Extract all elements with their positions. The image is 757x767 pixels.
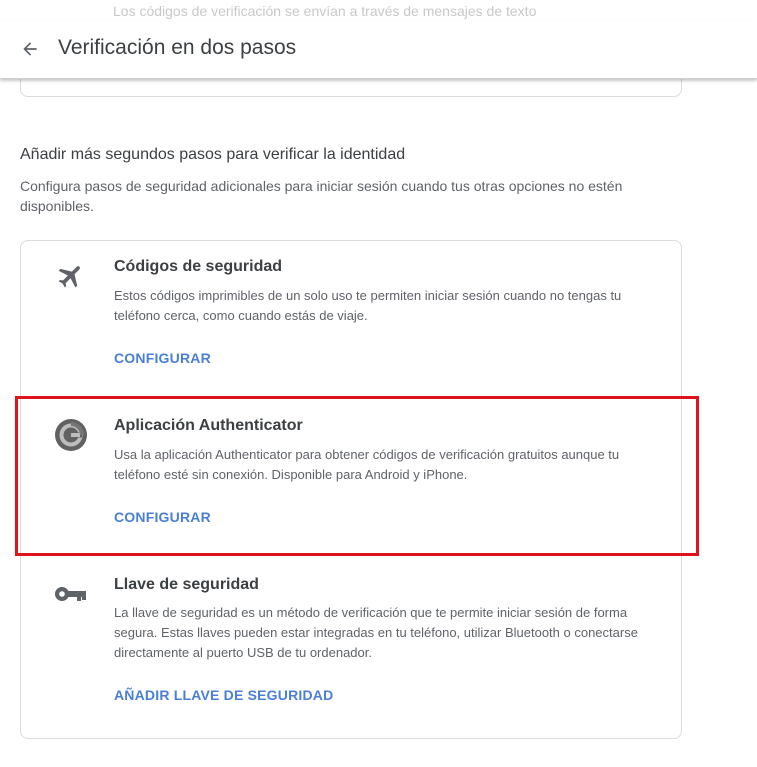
page: Los códigos de verificación se envían a …	[0, 0, 757, 767]
configure-backup-codes-link[interactable]: CONFIGURAR	[114, 350, 211, 366]
scrolled-text: Los códigos de verificación se envían a …	[113, 3, 537, 19]
option-description: Estos códigos imprimibles de un solo uso…	[114, 288, 622, 323]
top-app-bar: Verificación en dos pasos	[0, 20, 757, 79]
option-title: Aplicación Authenticator	[114, 417, 303, 434]
arrow-back-icon	[23, 42, 37, 56]
second-steps-card: Códigos de seguridad Estos códigos impri…	[20, 240, 682, 739]
back-button[interactable]	[14, 33, 46, 65]
option-description: La llave de seguridad es un método de ve…	[114, 605, 638, 660]
option-title: Códigos de seguridad	[114, 258, 283, 275]
authenticator-icon	[53, 417, 89, 453]
configure-authenticator-link[interactable]: CONFIGURAR	[114, 509, 211, 525]
option-title: Llave de seguridad	[114, 576, 259, 593]
section-title: Añadir más segundos pasos para verificar…	[20, 146, 406, 163]
page-title: Verificación en dos pasos	[58, 36, 297, 59]
add-security-key-link[interactable]: AÑADIR LLAVE DE SEGURIDAD	[114, 687, 333, 703]
airplane-icon	[53, 258, 89, 294]
option-description: Usa la aplicación Authenticator para obt…	[114, 447, 620, 482]
section-description: Configura pasos de seguridad adicionales…	[20, 178, 623, 214]
key-icon	[53, 576, 89, 612]
